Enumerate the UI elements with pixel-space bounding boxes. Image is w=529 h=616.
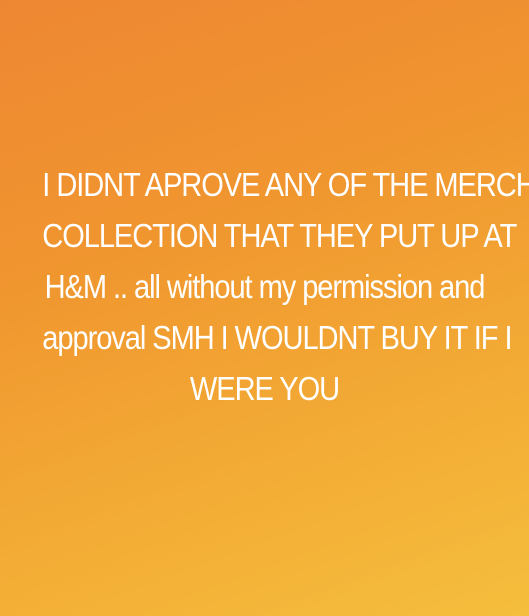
- story-text-line-2: COLLECTION THAT THEY PUT UP AT: [42, 217, 517, 254]
- story-text-line-4: approval SMH I WOULDNT BUY IT IF I: [42, 319, 512, 356]
- story-text-line-1: I DIDNT APROVE ANY OF THE MERCH: [42, 166, 529, 203]
- story-text-line-3: H&M .. all without my permission and: [44, 268, 486, 305]
- story-text-line-5: WERE YOU: [189, 370, 340, 407]
- story-text: I DIDNT APROVE ANY OF THE MERCH COLLECTI…: [42, 159, 529, 414]
- story-canvas: I DIDNT APROVE ANY OF THE MERCH COLLECTI…: [0, 0, 529, 616]
